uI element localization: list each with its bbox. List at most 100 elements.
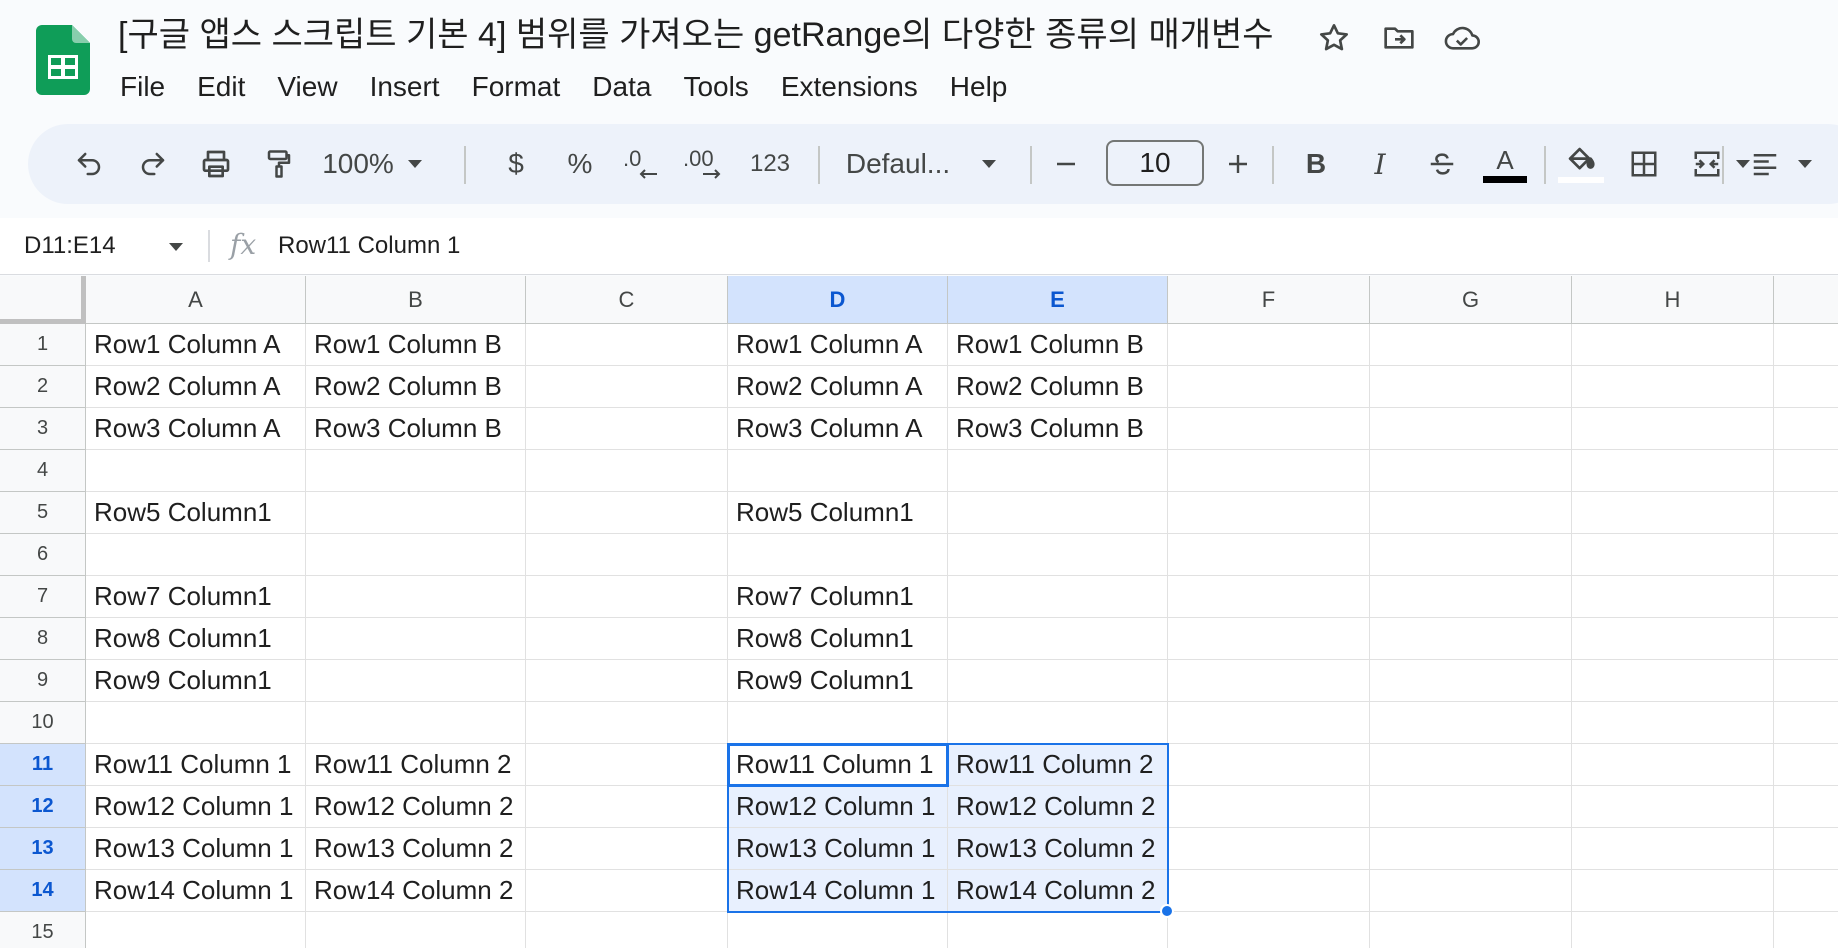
cell-b10[interactable] bbox=[306, 702, 526, 744]
cell-e11[interactable]: Row11 Column 2 bbox=[948, 744, 1168, 786]
cell-f13[interactable] bbox=[1168, 828, 1370, 870]
cell-d9[interactable]: Row9 Column1 bbox=[728, 660, 948, 702]
row-header-1[interactable]: 1 bbox=[0, 324, 86, 366]
cell-d10[interactable] bbox=[728, 702, 948, 744]
cell-a8[interactable]: Row8 Column1 bbox=[86, 618, 306, 660]
cell-g3[interactable] bbox=[1370, 408, 1572, 450]
cell-b7[interactable] bbox=[306, 576, 526, 618]
column-header-c[interactable]: C bbox=[526, 276, 728, 324]
cell-h7[interactable] bbox=[1572, 576, 1774, 618]
cell-c5[interactable] bbox=[526, 492, 728, 534]
cell-b2[interactable]: Row2 Column B bbox=[306, 366, 526, 408]
cell-b1[interactable]: Row1 Column B bbox=[306, 324, 526, 366]
cell-a9[interactable]: Row9 Column1 bbox=[86, 660, 306, 702]
cell-f2[interactable] bbox=[1168, 366, 1370, 408]
cell-e13[interactable]: Row13 Column 2 bbox=[948, 828, 1168, 870]
redo-icon[interactable] bbox=[128, 124, 178, 204]
align-left-icon[interactable] bbox=[1740, 124, 1790, 204]
cell-a15[interactable] bbox=[86, 912, 306, 948]
row-header-7[interactable]: 7 bbox=[0, 576, 86, 618]
document-title[interactable]: [구글 앱스 스크립트 기본 4] 범위를 가져오는 getRange의 다양한… bbox=[118, 12, 1274, 58]
row-header-8[interactable]: 8 bbox=[0, 618, 86, 660]
cell-g15[interactable] bbox=[1370, 912, 1572, 948]
chevron-down-icon[interactable] bbox=[168, 239, 184, 257]
cell-e4[interactable] bbox=[948, 450, 1168, 492]
cell-a11[interactable]: Row11 Column 1 bbox=[86, 744, 306, 786]
cell-c13[interactable] bbox=[526, 828, 728, 870]
cell-x2[interactable] bbox=[1774, 366, 1838, 408]
cell-c11[interactable] bbox=[526, 744, 728, 786]
chevron-down-icon[interactable] bbox=[974, 124, 1004, 204]
chevron-down-icon[interactable] bbox=[400, 124, 430, 204]
cell-b14[interactable]: Row14 Column 2 bbox=[306, 870, 526, 912]
cell-b4[interactable] bbox=[306, 450, 526, 492]
cell-h13[interactable] bbox=[1572, 828, 1774, 870]
cell-a12[interactable]: Row12 Column 1 bbox=[86, 786, 306, 828]
cell-b15[interactable] bbox=[306, 912, 526, 948]
menu-extensions[interactable]: Extensions bbox=[765, 66, 934, 108]
move-to-folder-icon[interactable] bbox=[1381, 20, 1417, 56]
cell-x8[interactable] bbox=[1774, 618, 1838, 660]
row-header-5[interactable]: 5 bbox=[0, 492, 86, 534]
cell-g10[interactable] bbox=[1370, 702, 1572, 744]
menu-format[interactable]: Format bbox=[456, 66, 577, 108]
cell-e10[interactable] bbox=[948, 702, 1168, 744]
cell-h9[interactable] bbox=[1572, 660, 1774, 702]
column-header-f[interactable]: F bbox=[1168, 276, 1370, 324]
font-family-select[interactable]: Defaul... bbox=[832, 124, 964, 204]
fill-handle[interactable] bbox=[1160, 904, 1174, 918]
cell-e7[interactable] bbox=[948, 576, 1168, 618]
cell-x4[interactable] bbox=[1774, 450, 1838, 492]
row-header-2[interactable]: 2 bbox=[0, 366, 86, 408]
cell-g7[interactable] bbox=[1370, 576, 1572, 618]
row-header-10[interactable]: 10 bbox=[0, 702, 86, 744]
italic-button[interactable]: I bbox=[1360, 124, 1400, 204]
cell-b11[interactable]: Row11 Column 2 bbox=[306, 744, 526, 786]
menu-view[interactable]: View bbox=[261, 66, 353, 108]
cell-g9[interactable] bbox=[1370, 660, 1572, 702]
cell-e1[interactable]: Row1 Column B bbox=[948, 324, 1168, 366]
cell-c6[interactable] bbox=[526, 534, 728, 576]
cell-f1[interactable] bbox=[1168, 324, 1370, 366]
cell-b3[interactable]: Row3 Column B bbox=[306, 408, 526, 450]
cell-d8[interactable]: Row8 Column1 bbox=[728, 618, 948, 660]
cell-e6[interactable] bbox=[948, 534, 1168, 576]
cell-c7[interactable] bbox=[526, 576, 728, 618]
cell-f11[interactable] bbox=[1168, 744, 1370, 786]
select-all-corner[interactable] bbox=[0, 276, 86, 324]
cell-f12[interactable] bbox=[1168, 786, 1370, 828]
cell-d5[interactable]: Row5 Column1 bbox=[728, 492, 948, 534]
cell-b8[interactable] bbox=[306, 618, 526, 660]
increase-decimal-button[interactable]: .00 bbox=[678, 124, 732, 204]
cell-c10[interactable] bbox=[526, 702, 728, 744]
cell-f7[interactable] bbox=[1168, 576, 1370, 618]
cell-d11[interactable]: Row11 Column 1 bbox=[728, 744, 948, 786]
borders-icon[interactable] bbox=[1616, 124, 1672, 204]
row-header-3[interactable]: 3 bbox=[0, 408, 86, 450]
cell-h1[interactable] bbox=[1572, 324, 1774, 366]
row-header-13[interactable]: 13 bbox=[0, 828, 86, 870]
cell-f4[interactable] bbox=[1168, 450, 1370, 492]
cell-x1[interactable] bbox=[1774, 324, 1838, 366]
cell-g8[interactable] bbox=[1370, 618, 1572, 660]
cell-g14[interactable] bbox=[1370, 870, 1572, 912]
row-header-15[interactable]: 15 bbox=[0, 912, 86, 948]
merge-cells-icon[interactable] bbox=[1680, 124, 1734, 204]
row-header-4[interactable]: 4 bbox=[0, 450, 86, 492]
cell-a7[interactable]: Row7 Column1 bbox=[86, 576, 306, 618]
cell-e15[interactable] bbox=[948, 912, 1168, 948]
cell-g4[interactable] bbox=[1370, 450, 1572, 492]
chevron-down-icon[interactable] bbox=[1790, 124, 1820, 204]
cell-g13[interactable] bbox=[1370, 828, 1572, 870]
decrease-font-size-icon[interactable] bbox=[1046, 124, 1086, 204]
cell-d13[interactable]: Row13 Column 1 bbox=[728, 828, 948, 870]
cell-g6[interactable] bbox=[1370, 534, 1572, 576]
cell-e8[interactable] bbox=[948, 618, 1168, 660]
cell-x6[interactable] bbox=[1774, 534, 1838, 576]
cell-x15[interactable] bbox=[1774, 912, 1838, 948]
cell-x10[interactable] bbox=[1774, 702, 1838, 744]
cell-c1[interactable] bbox=[526, 324, 728, 366]
column-header-b[interactable]: B bbox=[306, 276, 526, 324]
cell-c12[interactable] bbox=[526, 786, 728, 828]
cell-h2[interactable] bbox=[1572, 366, 1774, 408]
